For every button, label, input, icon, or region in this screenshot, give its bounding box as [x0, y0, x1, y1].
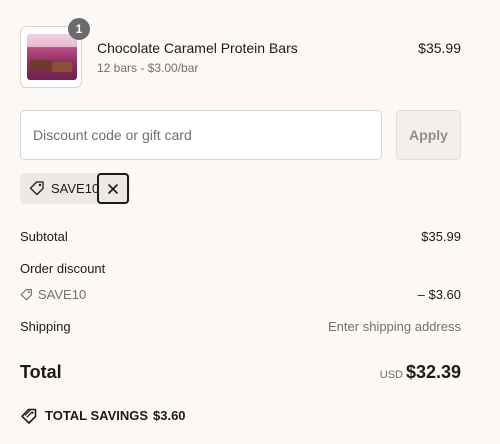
order-discount-value: – $3.60	[417, 287, 461, 302]
product-price: $35.99	[418, 40, 461, 56]
applied-discount-code: SAVE10	[51, 181, 100, 196]
shipping-label: Shipping	[20, 319, 71, 334]
product-variant: 12 bars - $3.00/bar	[97, 61, 199, 75]
remove-discount-button[interactable]	[97, 173, 129, 204]
product-image-bar	[30, 60, 52, 70]
applied-discount-tag: SAVE10	[20, 173, 130, 204]
order-discount-code: SAVE10	[38, 287, 87, 302]
tag-icon	[29, 181, 44, 196]
close-icon	[108, 183, 118, 194]
discount-code-input[interactable]	[20, 110, 382, 160]
quantity-badge: 1	[68, 18, 90, 40]
subtotal-value: $35.99	[421, 229, 461, 244]
shipping-value: Enter shipping address	[328, 319, 461, 334]
order-discount-label: Order discount	[20, 261, 106, 276]
subtotal-label: Subtotal	[20, 229, 68, 244]
total-currency: USD	[379, 369, 403, 381]
total-value: $32.39	[405, 362, 461, 382]
total-savings-value: $3.60	[153, 408, 186, 423]
product-image-bar	[52, 62, 72, 72]
product-image	[27, 34, 77, 80]
total-label: Total	[20, 362, 62, 382]
product-name: Chocolate Caramel Protein Bars	[97, 40, 298, 56]
total-savings-label: TOTAL SAVINGS	[45, 408, 149, 423]
savings-tag-icon	[21, 408, 37, 424]
tag-icon	[20, 289, 32, 301]
apply-button[interactable]: Apply	[396, 110, 461, 160]
